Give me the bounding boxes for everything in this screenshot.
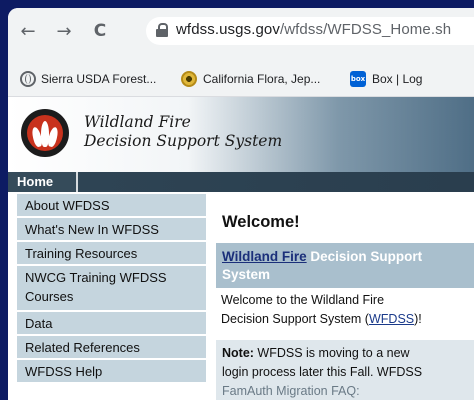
wildland-fire-link[interactable]: Wildland Fire: [222, 249, 307, 264]
top-nav-bar: Home: [8, 172, 474, 192]
welcome-heading: Welcome!: [222, 213, 300, 231]
forward-arrow-icon[interactable]: →: [54, 21, 74, 42]
sidebar-item-wfdss-help[interactable]: WFDSS Help: [17, 360, 206, 382]
bookmark-sierra-usda[interactable]: Sierra USDA Forest...: [41, 72, 156, 86]
welcome-paragraph: Welcome to the Wildland Fire Decision Su…: [221, 291, 471, 329]
wfdss-link[interactable]: WFDSS: [369, 312, 414, 326]
bookmark-box[interactable]: Box | Log: [372, 72, 422, 86]
site-title-line2: Decision Support System: [84, 132, 283, 150]
url-path: /wfdss/WFDSS_Home.sh: [279, 21, 452, 38]
sidebar-item-training-resources[interactable]: Training Resources: [17, 242, 206, 264]
note-line2: login process later this Fall. WFDSS: [222, 365, 423, 379]
note-line3: FamAuth Migration FAQ:: [222, 384, 360, 398]
sidebar-item-related-references[interactable]: Related References: [17, 336, 206, 358]
note-label: Note:: [222, 346, 254, 360]
globe-icon: [20, 71, 36, 87]
welcome-line1: Welcome to the Wildland Fire: [221, 293, 385, 307]
flower-icon: [181, 71, 197, 87]
home-tab[interactable]: Home: [8, 172, 78, 192]
bookmark-california-flora[interactable]: California Flora, Jep...: [203, 72, 320, 86]
lock-icon[interactable]: [156, 23, 168, 37]
reload-icon[interactable]: C: [90, 21, 110, 41]
sidebar-item-data[interactable]: Data: [17, 312, 206, 334]
note-box: Note: WFDSS is moving to a new login pro…: [216, 340, 474, 400]
url-text[interactable]: wfdss.usgs.gov/wfdss/WFDSS_Home.sh: [176, 21, 451, 38]
dss-section-header: Wildland Fire Decision Support System: [216, 243, 474, 288]
wildland-fire-logo-icon[interactable]: [21, 109, 69, 157]
browser-window: ← → C wfdss.usgs.gov/wfdss/WFDSS_Home.sh…: [8, 8, 474, 400]
note-line1: WFDSS is moving to a new: [253, 346, 410, 360]
sidebar-item-nwcg-line2: Courses: [25, 289, 74, 304]
dss-header-text-1: Decision Support: [306, 249, 423, 264]
dss-header-text-2: System: [222, 267, 271, 282]
bookmarks-bar: Sierra USDA Forest... California Flora, …: [8, 63, 474, 97]
welcome-line2-pre: Decision Support System (: [221, 312, 369, 326]
site-banner: Wildland Fire Decision Support System: [8, 97, 474, 172]
sidebar-item-about-wfdss[interactable]: About WFDSS: [17, 194, 206, 216]
web-page: Wildland Fire Decision Support System Ho…: [8, 97, 474, 400]
sidebar-item-nwcg-line1: NWCG Training WFDSS: [25, 270, 167, 285]
sidebar-menu: About WFDSS What's New In WFDSS Training…: [8, 192, 208, 400]
url-domain: wfdss.usgs.gov: [176, 21, 280, 38]
browser-toolbar: ← → C wfdss.usgs.gov/wfdss/WFDSS_Home.sh: [8, 8, 474, 63]
welcome-line2-post: )!: [414, 312, 422, 326]
address-bar[interactable]: wfdss.usgs.gov/wfdss/WFDSS_Home.sh: [146, 17, 474, 45]
sidebar-item-whats-new[interactable]: What's New In WFDSS: [17, 218, 206, 240]
back-arrow-icon[interactable]: ←: [18, 21, 38, 42]
sidebar-item-nwcg-training[interactable]: NWCG Training WFDSS Courses: [17, 266, 206, 310]
site-title: Wildland Fire Decision Support System: [84, 113, 282, 151]
site-title-line1: Wildland Fire: [84, 113, 191, 131]
box-icon: box: [350, 71, 366, 87]
